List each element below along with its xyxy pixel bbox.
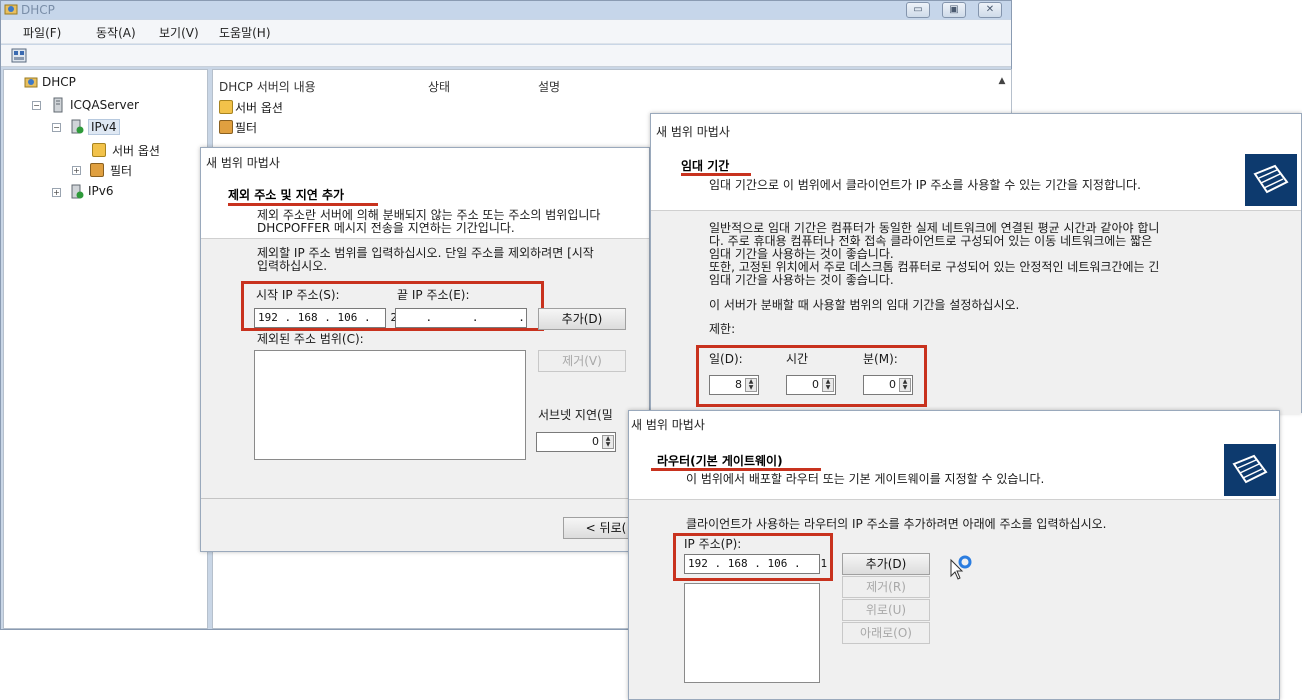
router-ip-input[interactable]: 192 . 168 . 106 . 1	[684, 554, 827, 574]
router-ip-label: IP 주소(P):	[684, 537, 742, 551]
tree-ipv4[interactable]: IPv4	[88, 119, 120, 135]
toolbar	[1, 45, 1011, 67]
heading-underline	[681, 173, 751, 176]
move-down-button[interactable]: 아래로(O)	[842, 622, 930, 644]
page-heading: 제외 주소 및 지연 추가	[228, 188, 345, 202]
window-title: DHCP	[21, 3, 55, 17]
dialog-body: 제외할 IP 주소 범위를 입력하십시오. 단일 주소를 제외하려면 [시작 입…	[201, 238, 649, 498]
filter-list-icon	[219, 120, 233, 134]
lease-duration-wizard-dialog: 새 범위 마법사 임대 기간 임대 기간으로 이 범위에서 클라이언트가 IP …	[650, 113, 1302, 414]
dialog-title: 새 범위 마법사	[656, 125, 730, 139]
page-subheading: 임대 기간으로 이 범위에서 클라이언트가 IP 주소를 사용할 수 있는 기간…	[709, 178, 1141, 192]
maximize-button[interactable]: ▣	[942, 2, 966, 18]
subnet-delay-value: 0	[592, 435, 599, 448]
paragraph-line-5: 임대 기간을 사용하는 것이 좋습니다.	[709, 273, 894, 287]
title-bar: DHCP ▭ ▣ ✕	[1, 1, 1011, 19]
menu-bar: 파일(F) 동작(A) 보기(V) 도움말(H)	[1, 20, 1011, 44]
router-wizard-dialog: 새 범위 마법사 라우터(기본 게이트웨이) 이 범위에서 배포할 라우터 또는…	[628, 410, 1280, 700]
console-icon[interactable]	[11, 48, 27, 63]
tree-root-dhcp[interactable]: DHCP	[42, 75, 76, 89]
hours-value: 0	[812, 378, 819, 391]
router-list[interactable]	[684, 583, 820, 683]
dialog-body: 클라이언트가 사용하는 라우터의 IP 주소를 추가하려면 아래에 주소를 입력…	[629, 499, 1279, 699]
heading-underline	[228, 203, 378, 206]
server-options-list-icon	[219, 100, 233, 114]
start-ip-input[interactable]: 192 . 168 . 106 . 2	[254, 308, 397, 328]
excluded-range-list[interactable]	[254, 350, 526, 460]
days-label: 일(D):	[709, 352, 743, 366]
ipv6-icon	[71, 184, 84, 199]
heading-underline	[651, 468, 821, 471]
minutes-label: 분(M):	[863, 352, 898, 366]
busy-cursor-icon	[950, 555, 972, 580]
remove-router-button[interactable]: 제거(R)	[842, 576, 930, 598]
server-options-icon	[92, 143, 106, 157]
excluded-range-label: 제외된 주소 범위(C):	[257, 332, 364, 346]
add-exclusion-button[interactable]: 추가(D)	[538, 308, 626, 330]
menu-file[interactable]: 파일(F)	[23, 24, 61, 41]
wizard-folder-icon	[1224, 444, 1276, 496]
dialog-footer: < 뒤로(	[201, 498, 649, 551]
page-heading: 라우터(기본 게이트웨이)	[657, 454, 783, 468]
dialog-title: 새 범위 마법사	[631, 418, 705, 432]
hours-spinner-arrows-icon[interactable]: ▲ ▼	[822, 378, 834, 392]
tree-ipv6[interactable]: IPv6	[88, 184, 114, 198]
tree-server[interactable]: ICQAServer	[70, 98, 139, 112]
server-icon	[53, 97, 63, 113]
spinner-arrows-icon[interactable]: ▲ ▼	[602, 435, 614, 449]
menu-help[interactable]: 도움말(H)	[219, 24, 271, 41]
menu-action[interactable]: 동작(A)	[96, 24, 136, 41]
end-ip-input[interactable]: . . .	[395, 308, 527, 328]
expand-ipv6-icon[interactable]: +	[52, 188, 61, 197]
minutes-spinner[interactable]: 0 ▲ ▼	[863, 375, 913, 395]
page-heading: 임대 기간	[681, 159, 730, 173]
dhcp-app-icon	[4, 4, 18, 15]
menu-view[interactable]: 보기(V)	[159, 24, 199, 41]
dialog-body: 일반적으로 임대 기간은 컴퓨터가 동일한 실제 네트워크에 연결된 평균 시간…	[651, 210, 1301, 414]
subnet-delay-spinner[interactable]: 0 ▲ ▼	[536, 432, 616, 452]
instruction-line-2: 입력하십시오.	[257, 259, 328, 273]
end-ip-label: 끝 IP 주소(E):	[397, 288, 470, 302]
subnet-delay-label: 서브넷 지연(밀	[538, 408, 613, 422]
collapse-ipv4-icon[interactable]: −	[52, 123, 61, 132]
minutes-value: 0	[889, 378, 896, 391]
column-header-contents[interactable]: DHCP 서버의 내용	[219, 78, 316, 95]
hours-label: 시간	[786, 352, 809, 366]
list-item-server-options[interactable]: 서버 옵션	[235, 99, 283, 116]
days-spinner[interactable]: 8 ▲ ▼	[709, 375, 759, 395]
tree-filters[interactable]: 필터	[110, 162, 132, 179]
minutes-spinner-arrows-icon[interactable]: ▲ ▼	[899, 378, 911, 392]
dhcp-root-icon	[24, 77, 38, 88]
limit-label: 제한:	[709, 322, 736, 336]
hours-spinner[interactable]: 0 ▲ ▼	[786, 375, 836, 395]
scroll-up-icon[interactable]: ▲	[995, 76, 1009, 90]
page-subheading: 이 범위에서 배포할 라우터 또는 기본 게이트웨이를 지정할 수 있습니다.	[686, 472, 1045, 486]
router-instruction: 클라이언트가 사용하는 라우터의 IP 주소를 추가하려면 아래에 주소를 입력…	[686, 517, 1107, 531]
expand-filters-icon[interactable]: +	[72, 166, 81, 175]
wizard-folder-icon	[1245, 154, 1297, 206]
collapse-server-icon[interactable]: −	[32, 101, 41, 110]
ipv4-icon	[71, 119, 84, 134]
tree-server-options[interactable]: 서버 옵션	[112, 142, 160, 159]
dialog-title: 새 범위 마법사	[206, 156, 280, 170]
list-item-filters[interactable]: 필터	[235, 119, 257, 136]
tree-pane: DHCP − ICQAServer − IPv4 서버 옵션 + 필터 + IP…	[3, 69, 208, 629]
days-spinner-arrows-icon[interactable]: ▲ ▼	[745, 378, 757, 392]
column-header-description[interactable]: 설명	[538, 78, 560, 95]
column-header-status[interactable]: 상태	[428, 78, 450, 95]
minimize-button[interactable]: ▭	[906, 2, 930, 18]
close-button[interactable]: ✕	[978, 2, 1002, 18]
filter-icon	[90, 163, 104, 177]
start-ip-label: 시작 IP 주소(S):	[256, 288, 340, 302]
set-lease-text: 이 서버가 분배할 때 사용할 범위의 임대 기간을 설정하십시오.	[709, 298, 1020, 312]
remove-exclusion-button[interactable]: 제거(V)	[538, 350, 626, 372]
add-router-button[interactable]: 추가(D)	[842, 553, 930, 575]
move-up-button[interactable]: 위로(U)	[842, 599, 930, 621]
days-value: 8	[735, 378, 742, 391]
description-line-2: DHCPOFFER 메시지 전송을 지연하는 기간입니다.	[257, 221, 515, 235]
exclusions-wizard-dialog: 새 범위 마법사 제외 주소 및 지연 추가 제외 주소란 서버에 의해 분배되…	[200, 147, 650, 552]
